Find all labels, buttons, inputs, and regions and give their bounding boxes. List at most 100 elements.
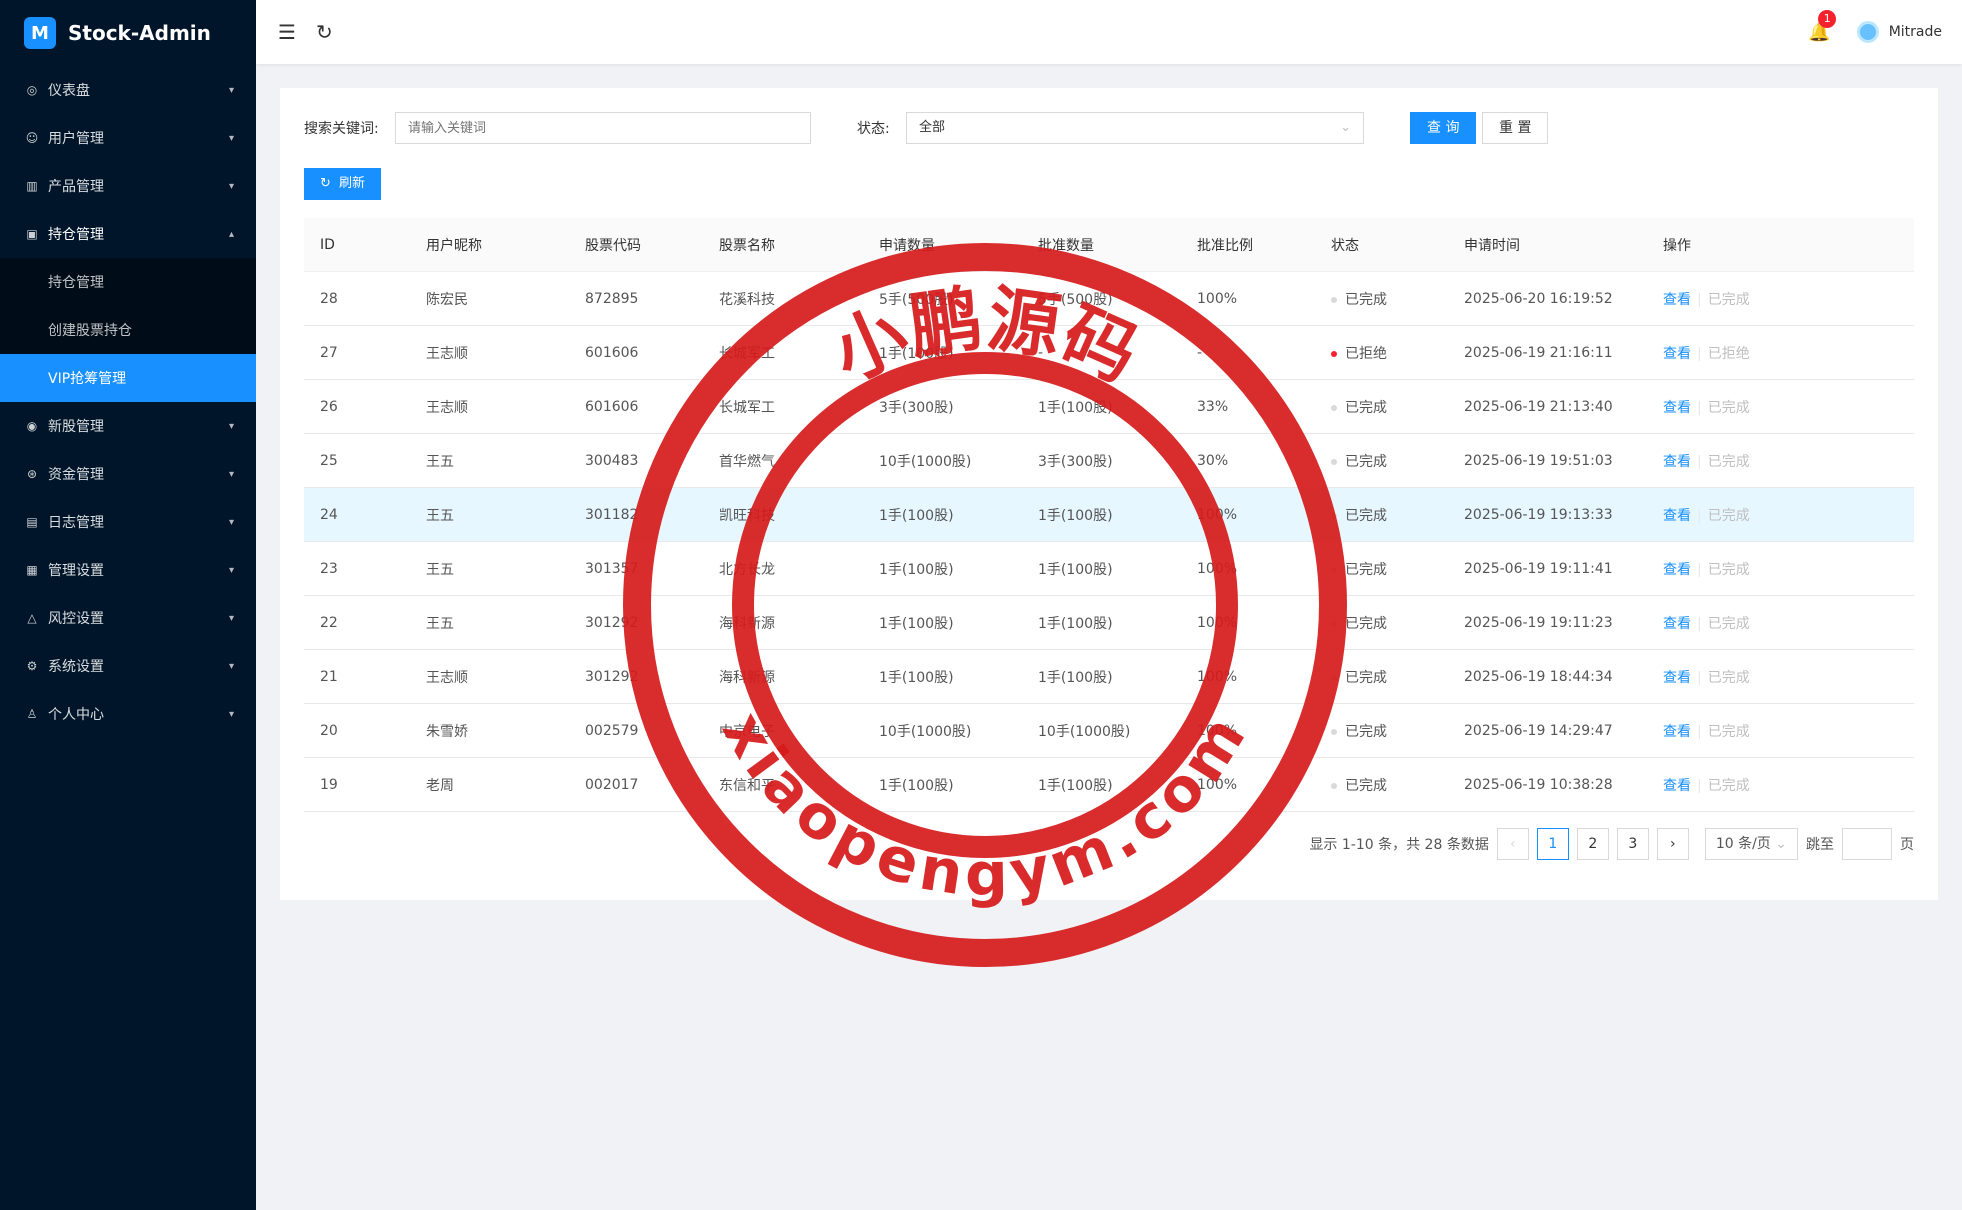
cell-apply-qty: 1手(100股) — [879, 507, 954, 524]
view-link[interactable]: 查看 — [1663, 346, 1691, 362]
view-link[interactable]: 查看 — [1663, 454, 1691, 470]
page-size-select[interactable]: 10 条/页 ⌄ — [1704, 828, 1798, 860]
sidebar-item-risk[interactable]: △ 风控设置 ▾ — [0, 594, 256, 642]
cell-status: 已完成 — [1315, 721, 1448, 741]
sidebar-item-funds[interactable]: ⊛ 资金管理 ▾ — [0, 450, 256, 498]
column-header-nickname: 用户昵称 — [426, 237, 482, 254]
view-link[interactable]: 查看 — [1663, 778, 1691, 794]
avatar[interactable] — [1856, 21, 1879, 43]
prev-page-button[interactable]: ‹ — [1496, 828, 1529, 860]
sidebar-item-dashboard[interactable]: ◎ 仪表盘 ▾ — [0, 66, 256, 114]
cell-time: 2025-06-19 21:13:40 — [1464, 398, 1613, 415]
notification-badge: 1 — [1818, 9, 1837, 28]
table-row[interactable]: 23 王五 301357 北方长龙 1手(100股) 1手(100股) 100% 已完成 202… — [304, 542, 1914, 596]
sidebar-item-label: 个人中心 — [48, 707, 104, 723]
cell-time: 2025-06-19 18:44:34 — [1464, 668, 1613, 685]
refresh-button[interactable]: ↻ 刷新 — [304, 168, 382, 200]
cell-apply-qty: 1手(100股) — [879, 777, 954, 794]
cell-name: 东信和平 — [719, 777, 775, 794]
cell-nickname: 王志顺 — [426, 669, 468, 686]
status-dot — [1331, 350, 1337, 357]
sidebar-item-label: 产品管理 — [48, 179, 104, 195]
cell-id: 28 — [320, 290, 338, 307]
admin-settings-icon: ▦ — [26, 563, 38, 577]
view-link[interactable]: 查看 — [1663, 292, 1691, 308]
table-row[interactable]: 22 王五 301292 海科新源 1手(100股) 1手(100股) 100% 已完成 202… — [304, 596, 1914, 650]
view-link[interactable]: 查看 — [1663, 400, 1691, 416]
status-dot — [1331, 674, 1337, 681]
reload-icon[interactable]: ↻ — [316, 20, 333, 44]
cell-ratio: 33% — [1197, 398, 1229, 415]
cell-name: 长城军工 — [719, 345, 775, 362]
status-select[interactable]: 全部 ⌄ — [906, 112, 1364, 144]
table-row[interactable]: 20 朱雪娇 002579 中京电子 10手(1000股) 10手(1000股) 100% 已… — [304, 704, 1914, 758]
table-row[interactable]: 28 陈宏民 872895 花溪科技 5手(500股) 5手(500股) 100% 已完成 20… — [304, 272, 1914, 326]
cell-time: 2025-06-20 16:19:52 — [1464, 290, 1613, 307]
cell-code: 301292 — [585, 668, 639, 685]
table-row[interactable]: 19 老周 002017 东信和平 1手(100股) 1手(100股) 100% 已完成 202… — [304, 758, 1914, 812]
view-link[interactable]: 查看 — [1663, 562, 1691, 578]
next-page-button[interactable]: › — [1656, 828, 1689, 860]
jump-page-input[interactable] — [1842, 828, 1892, 860]
sidebar-item-users[interactable]: ☺ 用户管理 ▾ — [0, 114, 256, 162]
page-unit-label: 页 — [1900, 837, 1914, 853]
sidebar-subitem-create-position[interactable]: 创建股票持仓 — [0, 306, 256, 354]
cell-apply-qty: 1手(100股) — [879, 669, 954, 686]
sidebar-item-system[interactable]: ⚙ 系统设置 ▾ — [0, 642, 256, 690]
cell-name: 凯旺科技 — [719, 507, 775, 524]
sidebar-item-profile[interactable]: ♙ 个人中心 ▾ — [0, 690, 256, 738]
chevron-down-icon: ▾ — [228, 516, 234, 528]
cell-ratio: 100% — [1197, 722, 1238, 739]
page-3-button[interactable]: 3 — [1616, 828, 1649, 860]
status-dot — [1331, 512, 1337, 519]
table-row[interactable]: 24 王五 301182 凯旺科技 1手(100股) 1手(100股) 100% 已完成 202… — [304, 488, 1914, 542]
view-link[interactable]: 查看 — [1663, 616, 1691, 632]
action-divider: | — [1697, 291, 1702, 308]
status-dot — [1331, 566, 1337, 573]
sidebar-item-new-stocks[interactable]: ◉ 新股管理 ▾ — [0, 402, 256, 450]
sidebar-item-logs[interactable]: ▤ 日志管理 ▾ — [0, 498, 256, 546]
sidebar-item-products[interactable]: ▥ 产品管理 ▾ — [0, 162, 256, 210]
status-dot — [1331, 782, 1337, 789]
view-link[interactable]: 查看 — [1663, 724, 1691, 740]
username[interactable]: Mitrade — [1889, 24, 1942, 40]
reset-button[interactable]: 重 置 — [1482, 112, 1549, 144]
logo[interactable]: M Stock-Admin — [0, 0, 256, 66]
bell-icon[interactable]: 🔔 1 — [1808, 9, 1837, 43]
table-row[interactable]: 27 王志顺 601606 长城军工 1手(100股) - - 已拒绝 2025-06-19 2… — [304, 326, 1914, 380]
position-icon: ▣ — [26, 227, 38, 241]
keyword-input[interactable] — [395, 112, 811, 144]
table-body: 28 陈宏民 872895 花溪科技 5手(500股) 5手(500股) 100% 已完成 20… — [304, 272, 1914, 812]
vip-grab-table: ID 用户昵称 股票代码 股票名称 申请数量 批准数量 批准比例 状态 申请时间… — [304, 218, 1914, 812]
cell-actions: 查看 | 已完成 — [1647, 559, 1914, 579]
menu-fold-icon[interactable]: ☰ — [278, 20, 296, 44]
column-header-approve-qty: 批准数量 — [1038, 237, 1094, 254]
column-header-name: 股票名称 — [719, 237, 775, 254]
op-status: 已完成 — [1707, 669, 1750, 686]
table-row[interactable]: 21 王志顺 301292 海科新源 1手(100股) 1手(100股) 100% 已完成 20… — [304, 650, 1914, 704]
cell-id: 27 — [320, 344, 338, 361]
cell-ratio: 100% — [1197, 506, 1238, 523]
table-row[interactable]: 25 王五 300483 首华燃气 10手(1000股) 3手(300股) 30% 已完成 20… — [304, 434, 1914, 488]
action-divider: | — [1697, 723, 1702, 740]
sidebar-item-positions[interactable]: ▣ 持仓管理 ▴ — [0, 210, 256, 258]
sidebar-item-admin-settings[interactable]: ▦ 管理设置 ▾ — [0, 546, 256, 594]
cell-name: 长城军工 — [719, 399, 775, 416]
page-2-button[interactable]: 2 — [1576, 828, 1609, 860]
status-text: 已完成 — [1345, 777, 1387, 794]
cell-approve-qty: 1手(100股) — [1038, 399, 1113, 416]
page-1-button[interactable]: 1 — [1536, 828, 1569, 860]
view-link[interactable]: 查看 — [1663, 508, 1691, 524]
query-button[interactable]: 查 询 — [1410, 112, 1477, 144]
action-divider: | — [1697, 399, 1702, 416]
status-dot — [1331, 728, 1337, 735]
cell-id: 26 — [320, 398, 338, 415]
cell-nickname: 朱雪娇 — [426, 723, 468, 740]
sidebar-subitem-vip-grab[interactable]: VIP抢筹管理 — [0, 354, 256, 402]
cell-nickname: 王五 — [426, 453, 454, 470]
sidebar-subitem-positions[interactable]: 持仓管理 — [0, 258, 256, 306]
table-row[interactable]: 26 王志顺 601606 长城军工 3手(300股) 1手(100股) 33% 已完成 202… — [304, 380, 1914, 434]
cell-status: 已完成 — [1315, 613, 1448, 633]
view-link[interactable]: 查看 — [1663, 670, 1691, 686]
cell-time: 2025-06-19 21:16:11 — [1464, 344, 1613, 361]
